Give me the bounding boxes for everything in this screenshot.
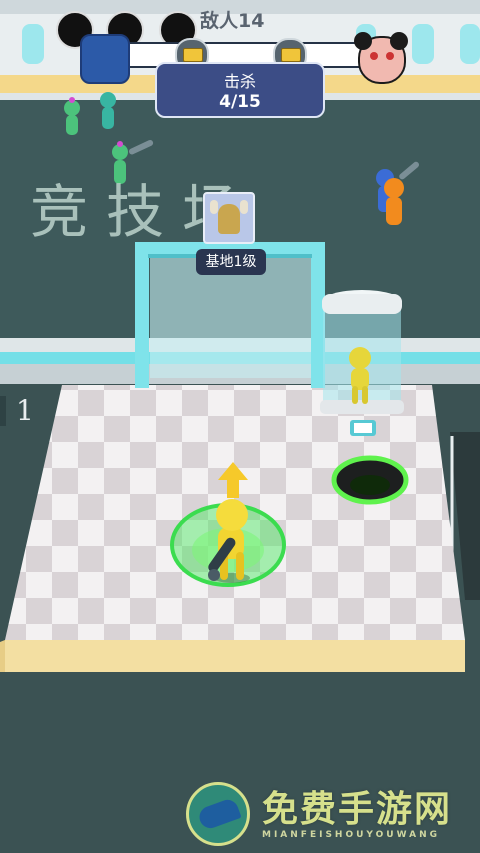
watermark-title: 免费手游网 (262, 788, 453, 830)
viking-helmet-icon (203, 192, 255, 244)
kill-counter-value: 4/15 (219, 92, 261, 112)
game-scene: 竞技场 1 敌人14 击杀 4/15 基地1级 免费手游网 MIANFEISHO… (0, 0, 480, 853)
kill-counter-title: 击杀 (223, 72, 256, 91)
boss-avatar (354, 32, 408, 84)
base-level-label: 基地1级 (196, 249, 266, 275)
green-hole (331, 455, 409, 505)
kill-counter-panel: 击杀 4/15 (155, 62, 325, 118)
player-avatar (80, 34, 130, 84)
watermark-logo (186, 782, 250, 846)
enemy-count-label: 敌人14 (200, 10, 265, 32)
watermark-subtitle: MIANFEISHOUYOUWANG (262, 830, 440, 840)
game-world (0, 0, 480, 853)
lane-number: 1 (16, 394, 34, 427)
